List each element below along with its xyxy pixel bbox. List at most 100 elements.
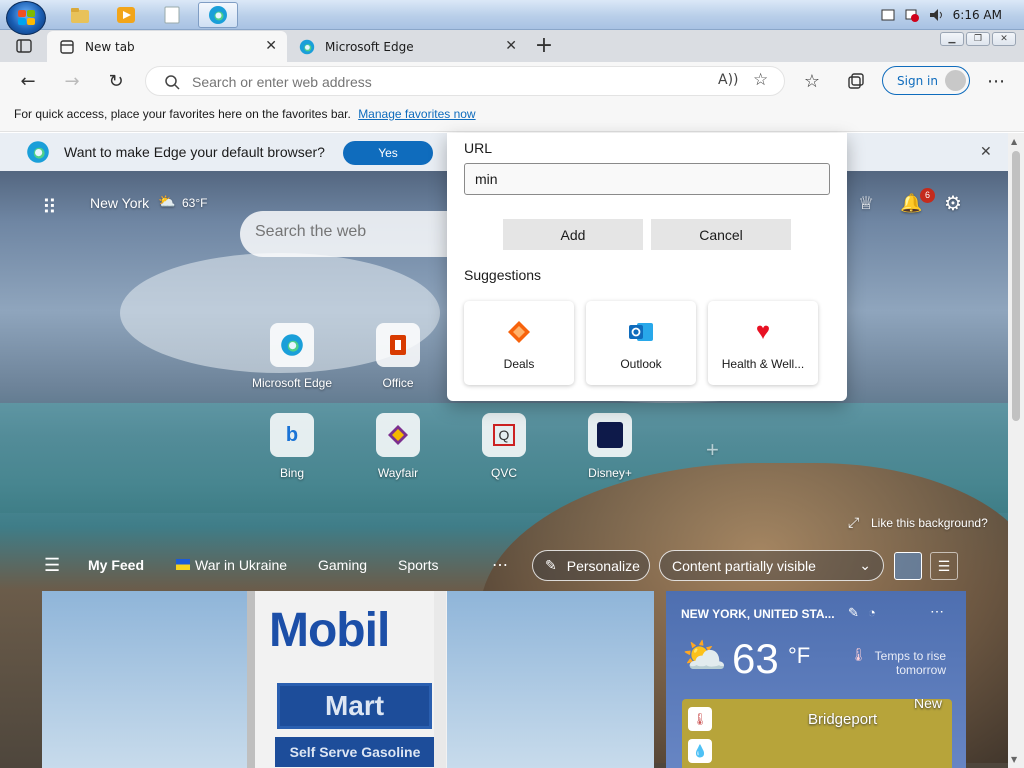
card-more-icon[interactable]: ⋯ [930,603,944,620]
suggestions-heading: Suggestions [464,267,542,283]
read-aloud-icon[interactable]: A)) [718,72,739,88]
content-visibility-label: Content partially visible [672,557,816,574]
close-window-icon[interactable]: ✕ [992,32,1016,46]
scroll-up-icon[interactable]: ▲ [1011,137,1017,146]
temperature-layer-icon[interactable]: 🌡 [688,707,712,731]
outlook-icon [628,319,654,345]
grid-layout-icon[interactable] [894,552,922,580]
cloud-sun-icon: ⛅ [158,193,176,209]
taskbar-edge-button[interactable] [198,2,238,28]
feed-navigation: ☰ My Feed War in Ukraine Gaming Sports ⋯… [0,549,1008,585]
forward-arrow-icon[interactable]: → [60,70,84,92]
quick-link-qvc[interactable]: Q QVC [459,413,549,480]
close-banner-icon[interactable]: ✕ [980,143,992,160]
web-search-input[interactable] [255,223,455,241]
refresh-icon[interactable]: ↻ [104,70,128,92]
avatar [945,70,966,91]
close-tab-icon[interactable]: ✕ [265,38,277,54]
menu-hamburger-icon[interactable]: ☰ [44,555,60,576]
suggestion-deals[interactable]: Deals [464,301,574,385]
weather-temp[interactable]: 63°F [182,196,207,210]
web-search-box[interactable] [240,211,480,257]
precipitation-layer-icon[interactable]: 💧 [688,739,712,763]
weather-map[interactable]: 🌡 💧 Bridgeport New [682,699,952,768]
like-background-link[interactable]: Like this background? [871,516,988,530]
quick-link-disney-plus[interactable]: Disney+ [565,413,655,480]
feed-tab-gaming[interactable]: Gaming [318,557,367,573]
network-error-icon[interactable] [905,8,919,22]
map-label-new: New [914,699,943,711]
windows-flag-icon [18,10,36,27]
add-quick-link-plus-icon[interactable]: + [706,437,719,463]
back-arrow-icon[interactable]: ← [16,70,40,92]
news-card[interactable]: Mobil Mart Self Serve Gasoline [42,591,654,768]
quick-link-office[interactable]: Office [353,323,443,390]
apps-grid-icon[interactable]: ⠿ [42,195,57,219]
sign-pole [434,591,446,768]
taskbar-notepad-button[interactable] [152,2,192,28]
news-image-mart-text: Mart [277,683,432,729]
personalize-button[interactable]: ✎ Personalize [532,550,650,581]
expand-icon[interactable]: ⤢ [848,514,859,531]
weather-card[interactable]: NEW YORK, UNITED STA... ✎ ◔ ⋯ ⛅ 63 °F 🌡 … [666,591,966,768]
volume-icon[interactable] [929,8,943,22]
deals-icon [506,319,532,345]
close-tab-icon[interactable]: ✕ [505,38,517,54]
list-layout-icon[interactable]: ☰ [930,552,958,580]
add-favorite-dialog: URL Add Cancel Suggestions Deals Outlook… [447,133,847,401]
favorites-star-icon[interactable]: ☆ [800,70,824,92]
tab-new-tab[interactable]: New tab ✕ [47,31,287,62]
yes-button[interactable]: Yes [343,141,433,165]
collections-icon[interactable] [844,70,868,92]
new-tab-page-icon [60,39,74,54]
edit-location-pencil-icon[interactable]: ✎ [848,605,859,621]
tab-microsoft-edge[interactable]: Microsoft Edge ✕ [287,31,527,62]
more-menu-icon[interactable]: ⋯ [984,70,1008,92]
address-bar[interactable]: A)) ☆ [145,66,785,96]
cancel-button[interactable]: Cancel [651,219,791,250]
taskbar-media-player-button[interactable] [106,2,146,28]
url-input[interactable] [464,163,830,195]
tab-actions-icon[interactable] [12,35,36,57]
feed-tab-my-feed[interactable]: My Feed [88,557,144,573]
tab-label: New tab [85,39,135,54]
maximize-icon[interactable]: ❐ [966,32,990,46]
weather-alert-icon[interactable]: ◔ [868,605,876,620]
feed-tab-sports[interactable]: Sports [398,557,438,573]
quick-link-microsoft-edge[interactable]: Microsoft Edge [247,323,337,390]
suggestion-outlook[interactable]: Outlook [586,301,696,385]
new-tab-plus-icon[interactable]: + [532,33,556,58]
quick-link-bing[interactable]: b Bing [247,413,337,480]
chevron-down-icon: ⌄ [859,557,871,573]
document-icon [164,6,180,24]
clock[interactable]: 6:16 AM [953,8,1002,22]
tab-label: Microsoft Edge [325,39,414,54]
manage-favorites-link[interactable]: Manage favorites now [358,107,475,121]
partly-cloudy-icon: ⛅ [682,635,727,676]
wayfair-icon [376,413,420,457]
feed-tab-war-in-ukraine[interactable]: War in Ukraine [195,557,287,573]
suggestion-label: Deals [503,357,535,371]
favorites-bar-hint: For quick access, place your favorites h… [14,107,351,121]
suggestion-health-wellness[interactable]: ♥ Health & Well... [708,301,818,385]
sign-in-button[interactable]: Sign in [882,66,970,95]
scrollbar-thumb[interactable] [1012,151,1020,421]
weather-location[interactable]: New York [90,195,149,211]
minimize-icon[interactable]: ▁ [940,32,964,46]
scroll-down-icon[interactable]: ▼ [1011,755,1017,764]
add-button[interactable]: Add [503,219,643,250]
page-scrollbar[interactable]: ▲ ▼ [1008,133,1024,768]
more-feed-tabs-icon[interactable]: ⋯ [492,555,508,575]
content-visibility-dropdown[interactable]: Content partially visible ⌄ [659,550,884,581]
rewards-icon[interactable]: ♕ [858,193,874,214]
quick-link-wayfair[interactable]: Wayfair [353,413,443,480]
taskbar-explorer-button[interactable] [60,2,100,28]
edge-icon [209,6,227,24]
address-input[interactable] [192,72,692,92]
start-button[interactable] [6,1,46,35]
weather-card-temp: 63 [732,635,779,682]
page-settings-gear-icon[interactable]: ⚙ [944,191,962,216]
action-center-icon[interactable] [881,8,895,22]
favorites-bar: For quick access, place your favorites h… [0,100,1024,132]
add-favorite-star-icon[interactable]: ☆ [753,70,768,90]
